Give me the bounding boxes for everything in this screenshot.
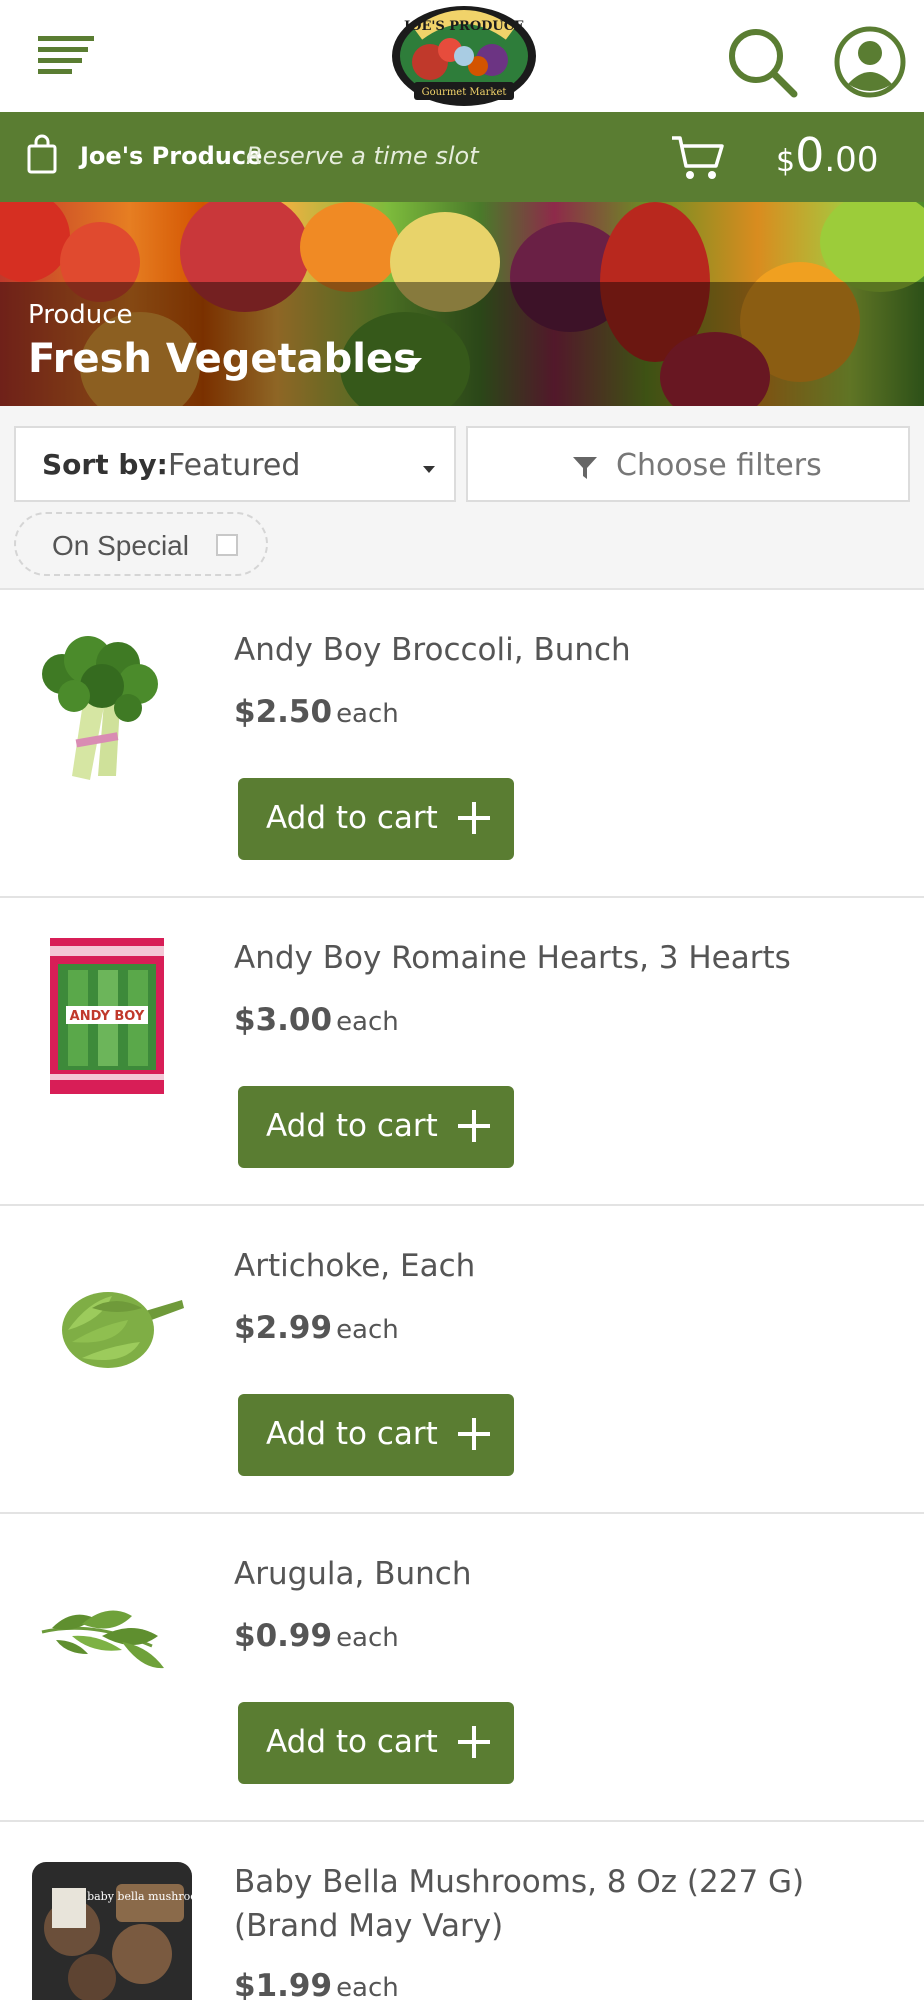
product-image-romaine[interactable]: ANDY BOY xyxy=(32,934,192,1094)
svg-text:JOE'S PRODUCE: JOE'S PRODUCE xyxy=(403,19,524,34)
price-value: $0.99 xyxy=(234,1618,333,1654)
add-to-cart-button[interactable]: Add to cart xyxy=(238,1702,514,1784)
product-item: baby bella mushrooms Baby Bella Mushroom… xyxy=(0,1822,924,2000)
store-name: Joe's Produce xyxy=(80,142,263,170)
sort-label: Sort by: xyxy=(42,448,168,481)
product-item: ANDY BOY Andy Boy Romaine Hearts, 3 Hear… xyxy=(0,898,924,1206)
cart-currency: $ xyxy=(776,144,796,179)
plus-icon xyxy=(456,1108,492,1144)
choose-filters-button[interactable]: Choose filters xyxy=(466,426,910,502)
shopping-bag-icon xyxy=(26,134,58,174)
product-name[interactable]: Andy Boy Romaine Hearts, 3 Hearts xyxy=(234,936,894,980)
product-image-arugula[interactable] xyxy=(32,1550,192,1710)
sort-value: Featured xyxy=(168,448,301,483)
product-image-artichoke[interactable] xyxy=(32,1242,192,1402)
add-to-cart-label: Add to cart xyxy=(266,1416,438,1452)
add-to-cart-button[interactable]: Add to cart xyxy=(238,1394,514,1476)
product-image-mushrooms[interactable]: baby bella mushrooms xyxy=(32,1858,213,2000)
cart-total[interactable]: $ 0 .00 xyxy=(776,128,878,188)
reserve-time-slot-link[interactable]: Reserve a time slot xyxy=(246,142,479,170)
chevron-down-icon[interactable] xyxy=(400,356,424,372)
caret-down-icon xyxy=(422,460,436,473)
add-to-cart-label: Add to cart xyxy=(266,800,438,836)
filters-area: Sort by: Featured Choose filters On Spec… xyxy=(0,406,924,590)
product-price: $1.99 each xyxy=(234,1968,399,2000)
price-unit: each xyxy=(336,1315,399,1345)
add-to-cart-button[interactable]: Add to cart xyxy=(238,778,514,860)
funnel-icon xyxy=(572,456,598,480)
svg-text:Gourmet Market: Gourmet Market xyxy=(422,87,507,98)
price-value: $2.99 xyxy=(234,1310,333,1346)
cart-total-whole: 0 xyxy=(795,128,825,182)
page-title[interactable]: Fresh Vegetables xyxy=(28,336,417,382)
product-price: $0.99 each xyxy=(234,1618,399,1654)
price-unit: each xyxy=(336,1007,399,1037)
product-name[interactable]: Arugula, Bunch xyxy=(234,1552,894,1596)
account-icon[interactable] xyxy=(832,24,908,100)
add-to-cart-label: Add to cart xyxy=(266,1724,438,1760)
price-value: $3.00 xyxy=(234,1002,333,1038)
product-item: Arugula, Bunch $0.99 each Add to cart xyxy=(0,1514,924,1822)
product-item: Andy Boy Broccoli, Bunch $2.50 each Add t… xyxy=(0,590,924,898)
plus-icon xyxy=(456,800,492,836)
cart-total-cents: .00 xyxy=(824,140,879,180)
price-unit: each xyxy=(336,1623,399,1653)
add-to-cart-button[interactable]: Add to cart xyxy=(238,1086,514,1168)
product-name[interactable]: Artichoke, Each xyxy=(234,1244,894,1288)
banner-category[interactable]: Produce xyxy=(28,300,133,330)
store-logo[interactable]: JOE'S PRODUCE Gourmet Market xyxy=(388,4,540,110)
product-image-broccoli[interactable] xyxy=(32,626,192,786)
product-price: $2.99 each xyxy=(234,1310,399,1346)
product-price: $2.50 each xyxy=(234,694,399,730)
price-unit: each xyxy=(336,699,399,729)
cart-icon[interactable] xyxy=(670,132,724,182)
product-name[interactable]: Baby Bella Mushrooms, 8 Oz (227 G) (Bran… xyxy=(234,1860,894,1948)
price-value: $2.50 xyxy=(234,694,333,730)
choose-filters-label: Choose filters xyxy=(616,448,822,483)
search-icon[interactable] xyxy=(724,24,800,100)
top-header: JOE'S PRODUCE Gourmet Market xyxy=(0,0,924,112)
store-bar: Joe's Produce Reserve a time slot $ 0 .0… xyxy=(0,112,924,202)
price-value: $1.99 xyxy=(234,1968,333,2000)
price-unit: each xyxy=(336,1973,399,2000)
product-name[interactable]: Andy Boy Broccoli, Bunch xyxy=(234,628,894,672)
product-item: Artichoke, Each $2.99 each Add to cart xyxy=(0,1206,924,1514)
svg-text:ANDY BOY: ANDY BOY xyxy=(70,1009,145,1024)
menu-icon[interactable] xyxy=(34,30,98,78)
plus-icon xyxy=(456,1416,492,1452)
plus-icon xyxy=(456,1724,492,1760)
product-price: $3.00 each xyxy=(234,1002,399,1038)
on-special-checkbox[interactable] xyxy=(216,534,238,556)
svg-text:baby bella mushrooms: baby bella mushrooms xyxy=(87,1890,192,1903)
sort-dropdown[interactable]: Sort by: Featured xyxy=(14,426,456,502)
on-special-label: On Special xyxy=(52,530,189,561)
add-to-cart-label: Add to cart xyxy=(266,1108,438,1144)
on-special-toggle[interactable]: On Special xyxy=(14,512,268,576)
